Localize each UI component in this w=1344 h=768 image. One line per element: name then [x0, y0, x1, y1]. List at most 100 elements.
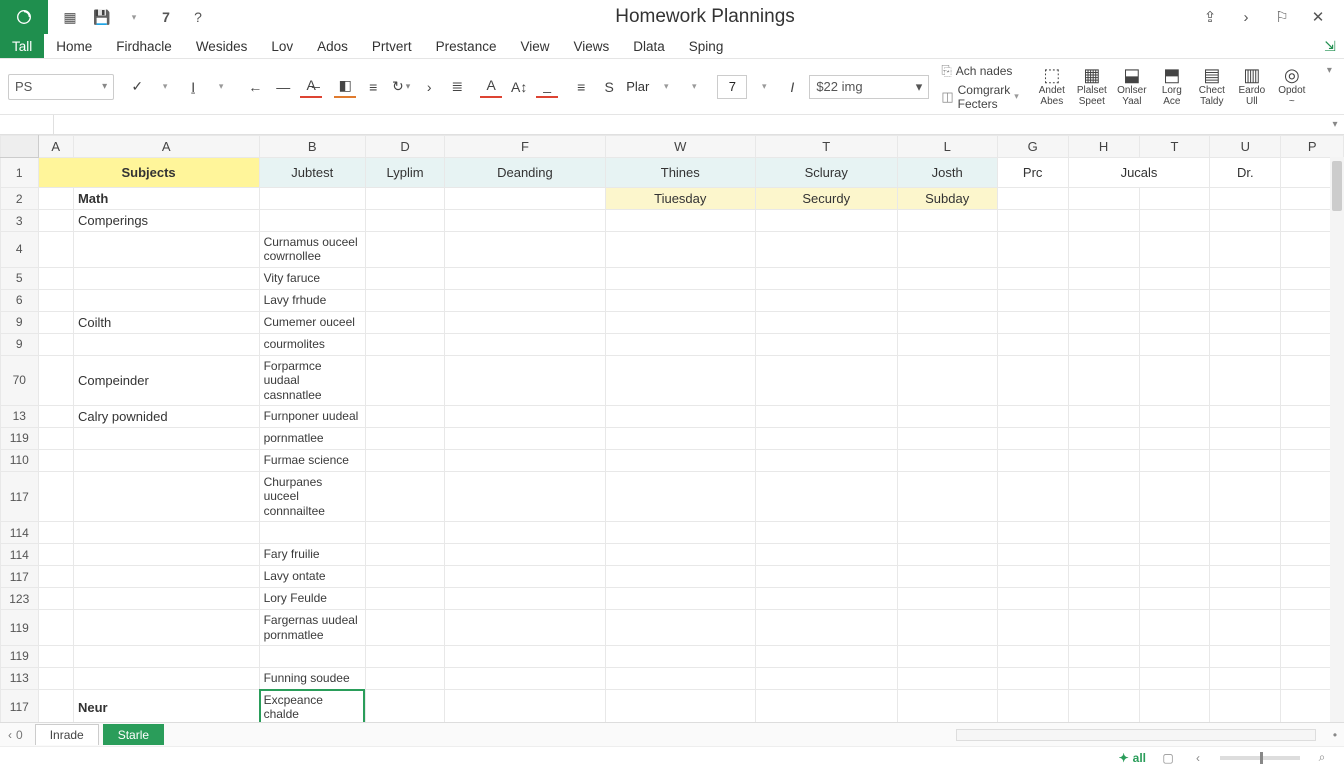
- cell[interactable]: [897, 289, 997, 311]
- cell[interactable]: [1139, 267, 1210, 289]
- cell[interactable]: [997, 232, 1068, 268]
- cell[interactable]: [755, 471, 897, 521]
- cell[interactable]: [445, 188, 606, 210]
- cell-subject[interactable]: [73, 427, 259, 449]
- cell[interactable]: [365, 610, 444, 646]
- row-header[interactable]: 9: [1, 311, 39, 333]
- currency-format-input[interactable]: $22 img ▾: [809, 75, 929, 99]
- col-header[interactable]: A: [38, 136, 73, 158]
- cell[interactable]: [1210, 405, 1281, 427]
- font-size-box[interactable]: 7: [717, 75, 747, 99]
- cell[interactable]: [38, 210, 73, 232]
- cell[interactable]: [1210, 588, 1281, 610]
- cell[interactable]: [605, 689, 755, 722]
- cell[interactable]: [897, 689, 997, 722]
- cell[interactable]: [997, 544, 1068, 566]
- flag-icon[interactable]: ⚐: [1274, 8, 1290, 26]
- cell[interactable]: [1139, 311, 1210, 333]
- ribbon-stack-0[interactable]: ⬚AndetAbes: [1033, 66, 1071, 107]
- cell[interactable]: [365, 311, 444, 333]
- cell-subject[interactable]: Comperings: [73, 210, 259, 232]
- cell[interactable]: [1210, 667, 1281, 689]
- cell[interactable]: [365, 522, 444, 544]
- cell[interactable]: [365, 405, 444, 427]
- cell[interactable]: [997, 610, 1068, 646]
- cell[interactable]: Fargernas uudeal pornmatlee: [259, 610, 365, 646]
- cell[interactable]: [445, 588, 606, 610]
- col-header[interactable]: W: [605, 136, 755, 158]
- cell[interactable]: [445, 610, 606, 646]
- cell[interactable]: [1210, 544, 1281, 566]
- cell[interactable]: [365, 355, 444, 405]
- menu-tab-sping[interactable]: Sping: [677, 34, 736, 58]
- ribbon-stack-5[interactable]: ▥EardoUll: [1233, 66, 1271, 107]
- cell[interactable]: [997, 311, 1068, 333]
- cell[interactable]: [1139, 544, 1210, 566]
- col-header[interactable]: B: [259, 136, 365, 158]
- cell[interactable]: [897, 544, 997, 566]
- cell[interactable]: [1210, 449, 1281, 471]
- cell[interactable]: [605, 232, 755, 268]
- row-header[interactable]: 2: [1, 188, 39, 210]
- cell[interactable]: [365, 645, 444, 667]
- menu-tab-prestance[interactable]: Prestance: [424, 34, 509, 58]
- cell[interactable]: [445, 667, 606, 689]
- view-normal-icon[interactable]: ▢: [1160, 751, 1176, 765]
- cell[interactable]: [605, 610, 755, 646]
- minus-icon[interactable]: —: [272, 76, 294, 98]
- row-header[interactable]: 70: [1, 355, 39, 405]
- cell[interactable]: [1210, 566, 1281, 588]
- ribbon-stack-3[interactable]: ⬒LorgAce: [1153, 66, 1191, 107]
- cell[interactable]: [605, 405, 755, 427]
- cell[interactable]: Forparmce uudaal casnnatlee: [259, 355, 365, 405]
- ribbon-stack-1[interactable]: ▦PlalsetSpeet: [1073, 66, 1111, 107]
- formula-expand-icon[interactable]: ▾: [1326, 119, 1344, 130]
- cell[interactable]: [605, 333, 755, 355]
- cell[interactable]: [605, 471, 755, 521]
- cell[interactable]: [1139, 645, 1210, 667]
- chevron-down-icon[interactable]: ▾: [655, 76, 677, 98]
- cell[interactable]: [897, 333, 997, 355]
- cell[interactable]: [1139, 522, 1210, 544]
- cell[interactable]: [259, 188, 365, 210]
- cell[interactable]: [605, 566, 755, 588]
- cell[interactable]: [445, 267, 606, 289]
- cell[interactable]: [755, 522, 897, 544]
- row-header[interactable]: 110: [1, 449, 39, 471]
- cell[interactable]: [1139, 471, 1210, 521]
- cell[interactable]: [445, 210, 606, 232]
- cell[interactable]: Dr.: [1210, 158, 1281, 188]
- cell[interactable]: [259, 522, 365, 544]
- cell[interactable]: [38, 667, 73, 689]
- vertical-scrollbar[interactable]: [1330, 157, 1344, 722]
- cell-subjects-header[interactable]: Subjects: [38, 158, 259, 188]
- cell[interactable]: [1139, 588, 1210, 610]
- cell[interactable]: [365, 667, 444, 689]
- col-header[interactable]: H: [1068, 136, 1139, 158]
- cell[interactable]: pornmatlee: [259, 427, 365, 449]
- cell[interactable]: [605, 645, 755, 667]
- cell[interactable]: [365, 566, 444, 588]
- cell[interactable]: Scluray: [755, 158, 897, 188]
- cell-subject[interactable]: [73, 522, 259, 544]
- menu-tab-tall[interactable]: Tall: [0, 34, 44, 58]
- cell[interactable]: [445, 544, 606, 566]
- cell[interactable]: [605, 289, 755, 311]
- app-brand-icon[interactable]: [0, 0, 48, 34]
- cell-subject[interactable]: [73, 544, 259, 566]
- col-header[interactable]: D: [365, 136, 444, 158]
- align-icon[interactable]: ≡: [362, 76, 384, 98]
- cell[interactable]: [1068, 610, 1139, 646]
- cell[interactable]: [755, 427, 897, 449]
- cell[interactable]: Securdy: [755, 188, 897, 210]
- cell[interactable]: [1068, 232, 1139, 268]
- cell[interactable]: [755, 311, 897, 333]
- cell[interactable]: Subday: [897, 188, 997, 210]
- menu-tab-ados[interactable]: Ados: [305, 34, 360, 58]
- italic-icon[interactable]: I: [781, 76, 803, 98]
- cell[interactable]: [38, 522, 73, 544]
- cell[interactable]: [897, 427, 997, 449]
- col-header[interactable]: A: [73, 136, 259, 158]
- cell[interactable]: [445, 405, 606, 427]
- cell[interactable]: [445, 427, 606, 449]
